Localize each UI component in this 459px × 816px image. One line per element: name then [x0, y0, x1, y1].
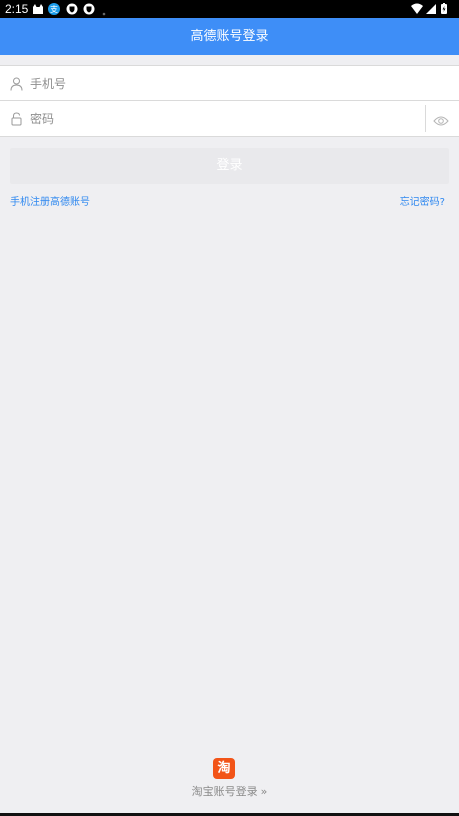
- user-icon: [10, 76, 23, 95]
- taobao-login-label: 淘宝账号登录: [191, 785, 258, 798]
- phone-field[interactable]: [0, 65, 459, 102]
- taobao-login-link[interactable]: 淘宝账号登录»: [0, 783, 459, 799]
- svg-text:支: 支: [50, 4, 58, 14]
- status-time: 2:15: [5, 2, 29, 16]
- taobao-icon[interactable]: 淘: [213, 758, 235, 779]
- status-bar: 2:15 支: [0, 0, 459, 18]
- app-notification-icon: 支: [48, 3, 60, 18]
- eye-divider: [425, 105, 426, 132]
- chevron-right-icon: »: [260, 785, 268, 798]
- shield-notification-icon-2: [83, 3, 95, 18]
- register-link[interactable]: 手机注册高德账号: [10, 193, 90, 208]
- cat-notification-icon: [32, 3, 44, 18]
- lock-icon: [10, 111, 23, 130]
- eye-icon[interactable]: [433, 112, 449, 131]
- page-title: 高德账号登录: [0, 18, 459, 55]
- system-status-icons: [411, 3, 451, 18]
- forgot-password-link[interactable]: 忘记密码?: [400, 193, 445, 208]
- shield-notification-icon: [66, 3, 78, 18]
- password-field[interactable]: [0, 100, 459, 137]
- login-button[interactable]: 登录: [10, 148, 449, 184]
- password-input[interactable]: [30, 101, 410, 136]
- phone-input[interactable]: [30, 66, 410, 101]
